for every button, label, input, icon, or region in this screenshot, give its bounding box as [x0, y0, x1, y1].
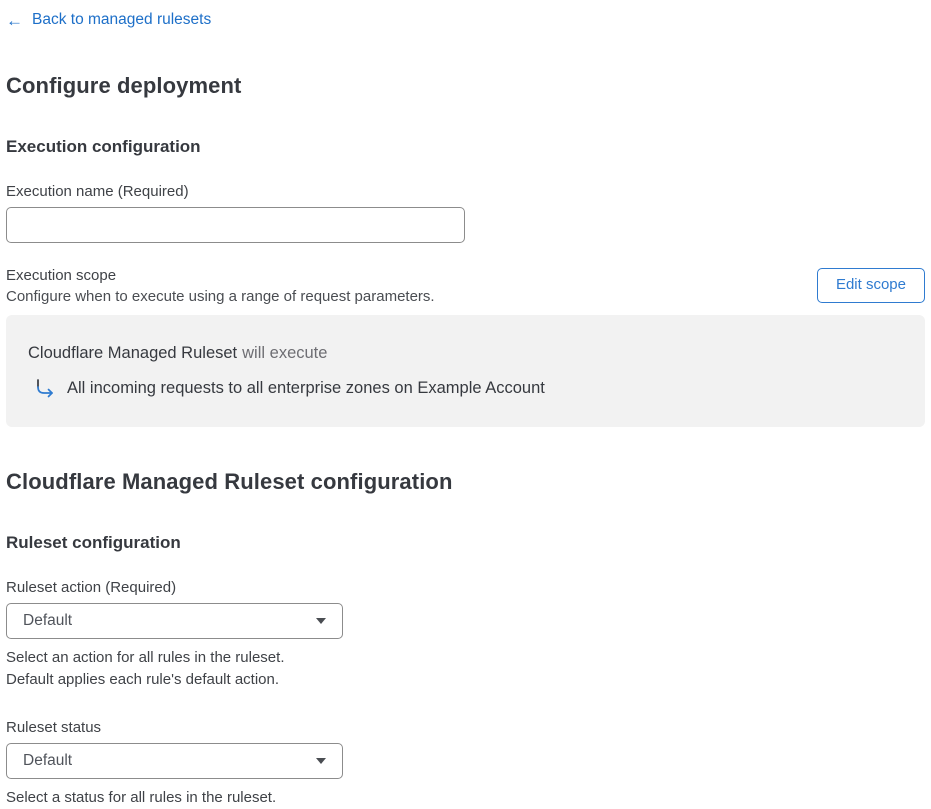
execution-scope-row: Execution scope Configure when to execut…	[6, 267, 925, 305]
ruleset-status-label: Ruleset status	[6, 718, 102, 736]
chevron-down-icon	[316, 757, 326, 764]
scope-summary-headline: Cloudflare Managed Ruleset will execute	[28, 343, 903, 363]
scope-summary-suffix: will execute	[242, 343, 328, 362]
scope-summary-panel: Cloudflare Managed Ruleset will execute A…	[6, 314, 925, 427]
chevron-down-icon	[316, 617, 326, 624]
ruleset-configuration-subheading: Ruleset configuration	[6, 532, 181, 552]
ruleset-action-select[interactable]: Default	[6, 602, 343, 639]
scope-summary-ruleset-name: Cloudflare Managed Ruleset	[28, 343, 238, 362]
back-link[interactable]: ← Back to managed rulesets	[6, 11, 211, 29]
ruleset-status-value: Default	[23, 751, 73, 769]
scope-summary-detail-row: All incoming requests to all enterprise …	[28, 377, 903, 401]
ruleset-configuration-title: Cloudflare Managed Ruleset configuration	[6, 468, 453, 494]
arrow-left-icon: ←	[6, 10, 23, 30]
ruleset-action-value: Default	[23, 611, 73, 629]
execution-name-input[interactable]	[6, 206, 465, 243]
return-arrow-icon	[32, 377, 56, 401]
ruleset-action-help-2: Default applies each rule's default acti…	[6, 670, 280, 688]
ruleset-status-select[interactable]: Default	[6, 742, 343, 779]
execution-scope-description: Configure when to execute using a range …	[6, 287, 435, 305]
ruleset-action-help-1: Select an action for all rules in the ru…	[6, 648, 285, 666]
ruleset-action-label: Ruleset action (Required)	[6, 578, 177, 596]
back-link-label: Back to managed rulesets	[32, 11, 212, 28]
execution-configuration-heading: Execution configuration	[6, 136, 201, 156]
execution-name-label: Execution name (Required)	[6, 182, 189, 200]
execution-scope-label: Execution scope	[6, 266, 117, 284]
ruleset-status-help-1: Select a status for all rules in the rul…	[6, 788, 277, 806]
page-title: Configure deployment	[6, 72, 242, 98]
execution-scope-text-group: Execution scope Configure when to execut…	[6, 267, 435, 305]
scope-summary-detail: All incoming requests to all enterprise …	[67, 379, 545, 397]
edit-scope-button[interactable]: Edit scope	[816, 268, 925, 303]
